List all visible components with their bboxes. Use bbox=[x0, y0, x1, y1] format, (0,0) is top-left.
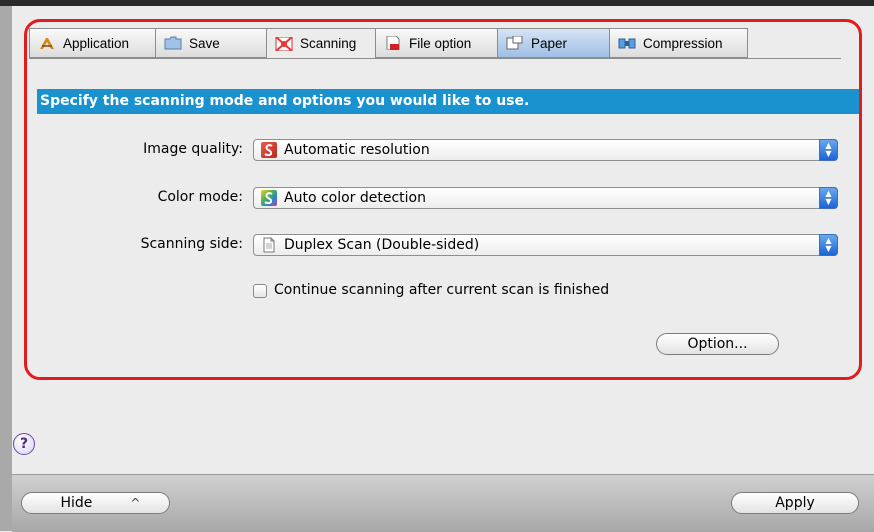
popup-arrows-icon: ▲ ▼ bbox=[819, 234, 838, 256]
window-left-edge bbox=[0, 6, 12, 531]
popup-arrows-icon: ▲ ▼ bbox=[819, 139, 838, 161]
image-quality-popup[interactable]: Automatic resolution ▲ ▼ bbox=[253, 139, 838, 161]
scanning-icon bbox=[275, 35, 293, 52]
tab-label: Scanning bbox=[300, 36, 357, 51]
tab-bar: Application Save Scanning File option Pa… bbox=[29, 28, 748, 59]
color-mode-value: Auto color detection bbox=[284, 190, 426, 206]
continue-scanning-checkbox[interactable] bbox=[253, 284, 267, 298]
paper-icon bbox=[506, 35, 524, 50]
help-icon[interactable]: ? bbox=[13, 433, 35, 455]
tab-scanning[interactable]: Scanning bbox=[267, 28, 376, 59]
image-quality-label: Image quality: bbox=[143, 141, 243, 157]
tab-label: Application bbox=[63, 35, 130, 51]
chevron-up-icon: ^ bbox=[130, 496, 141, 510]
continue-scanning-label: Continue scanning after current scan is … bbox=[274, 282, 610, 298]
apply-button[interactable]: Apply bbox=[731, 492, 859, 514]
hide-button[interactable]: Hide ^ bbox=[21, 492, 170, 514]
color-mode-label: Color mode: bbox=[157, 189, 243, 205]
file-option-icon bbox=[384, 35, 402, 51]
hide-button-label: Hide bbox=[60, 495, 93, 511]
tab-compression[interactable]: Compression bbox=[610, 28, 748, 58]
image-quality-value: Automatic resolution bbox=[284, 142, 430, 158]
scanning-side-popup[interactable]: Duplex Scan (Double-sided) ▲ ▼ bbox=[253, 234, 838, 256]
tab-file-option[interactable]: File option bbox=[376, 28, 498, 58]
popup-arrows-icon: ▲ ▼ bbox=[819, 187, 838, 209]
tab-label: File option bbox=[409, 35, 472, 51]
color-mode-popup[interactable]: Auto color detection ▲ ▼ bbox=[253, 187, 838, 209]
instruction-banner: Specify the scanning mode and options yo… bbox=[37, 89, 859, 114]
compression-icon bbox=[618, 36, 636, 50]
tab-label: Compression bbox=[643, 35, 723, 51]
scanning-side-label: Scanning side: bbox=[140, 236, 243, 252]
option-button[interactable]: Option... bbox=[656, 333, 779, 355]
tab-label: Paper bbox=[531, 35, 568, 51]
image-quality-icon bbox=[261, 142, 277, 158]
duplex-page-icon bbox=[261, 237, 277, 253]
tab-divider bbox=[29, 58, 841, 59]
scanning-side-value: Duplex Scan (Double-sided) bbox=[284, 237, 480, 253]
tab-application[interactable]: Application bbox=[29, 28, 156, 58]
tab-label: Save bbox=[189, 35, 220, 51]
application-icon bbox=[38, 36, 56, 50]
tab-save[interactable]: Save bbox=[156, 28, 267, 58]
tab-paper[interactable]: Paper bbox=[498, 28, 610, 58]
folder-icon bbox=[164, 36, 182, 50]
color-mode-icon bbox=[261, 190, 277, 206]
